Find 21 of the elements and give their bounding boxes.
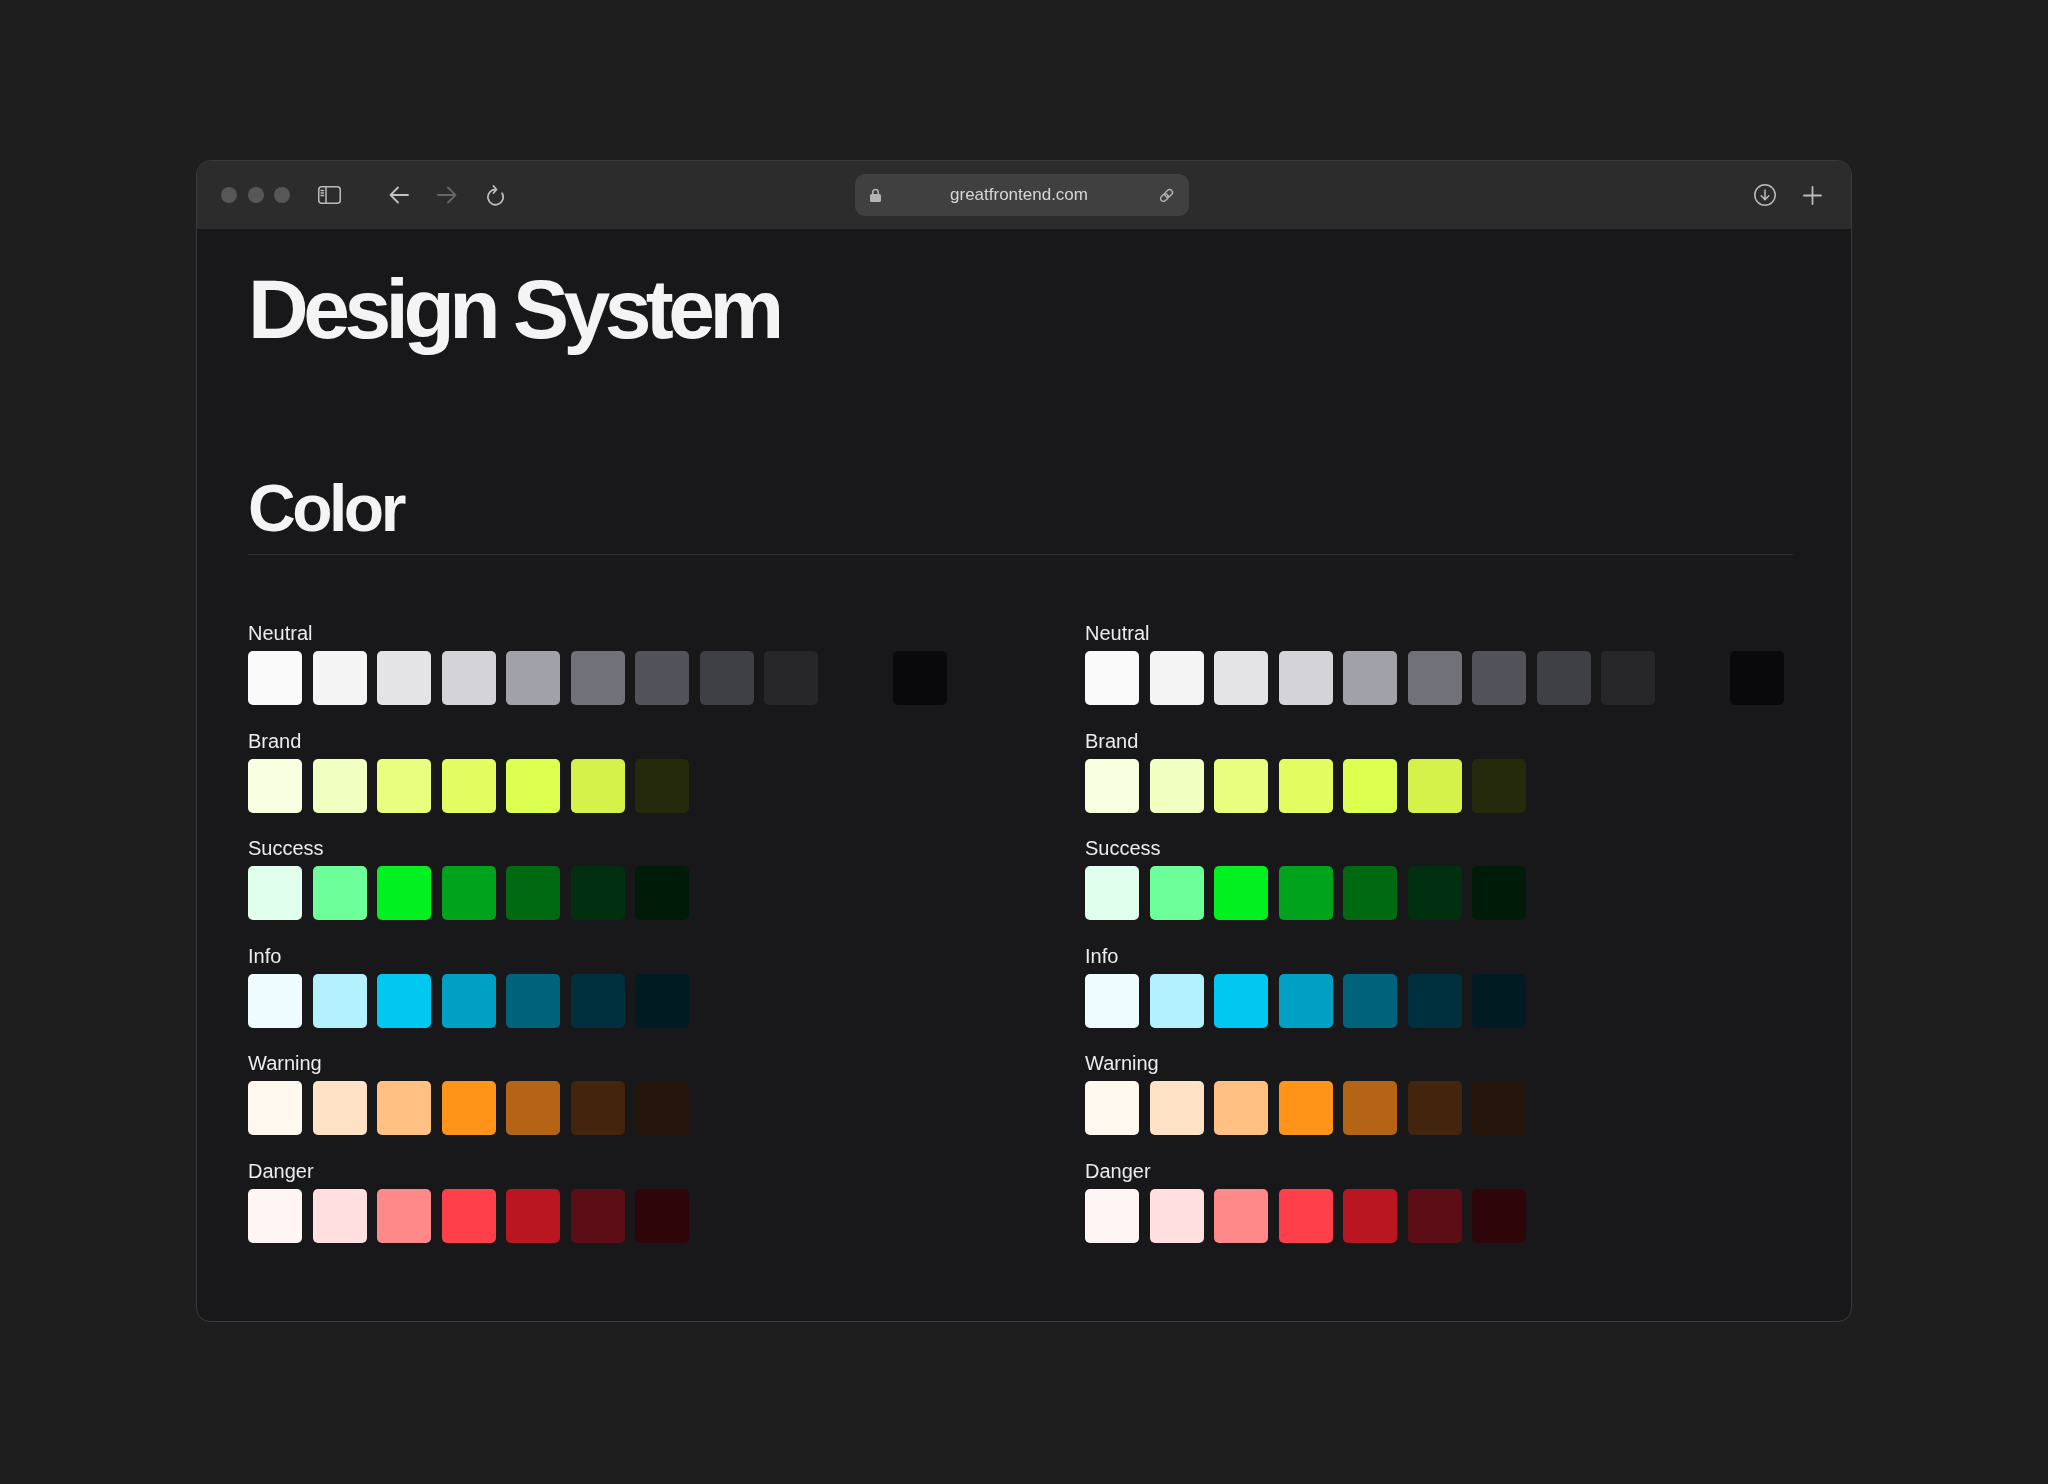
new-tab-icon[interactable] — [1803, 185, 1822, 205]
palette-label: Info — [248, 943, 282, 968]
palette-label: Neutral — [1085, 621, 1150, 645]
address-bar[interactable]: greatfrontend.com — [854, 174, 1189, 216]
palette-label: Success — [1085, 836, 1161, 860]
lock-icon — [869, 188, 881, 202]
back-icon[interactable] — [389, 186, 409, 204]
sidebar-icon[interactable] — [318, 186, 341, 204]
section-heading: Color — [248, 475, 403, 541]
palette-label: Brand — [248, 728, 302, 753]
link-icon[interactable] — [1157, 186, 1175, 204]
palette-label: Danger — [1085, 1158, 1151, 1183]
palette-label: Success — [248, 836, 324, 860]
palette-label: Warning — [248, 1051, 322, 1075]
reload-icon[interactable] — [486, 184, 505, 206]
download-icon[interactable] — [1754, 184, 1776, 206]
palette-label: Danger — [248, 1158, 314, 1183]
palette-label: Info — [1085, 943, 1119, 968]
palette-label: Brand — [1085, 728, 1139, 753]
palette-label: Warning — [1085, 1051, 1159, 1075]
palette-label: Neutral — [248, 621, 313, 645]
